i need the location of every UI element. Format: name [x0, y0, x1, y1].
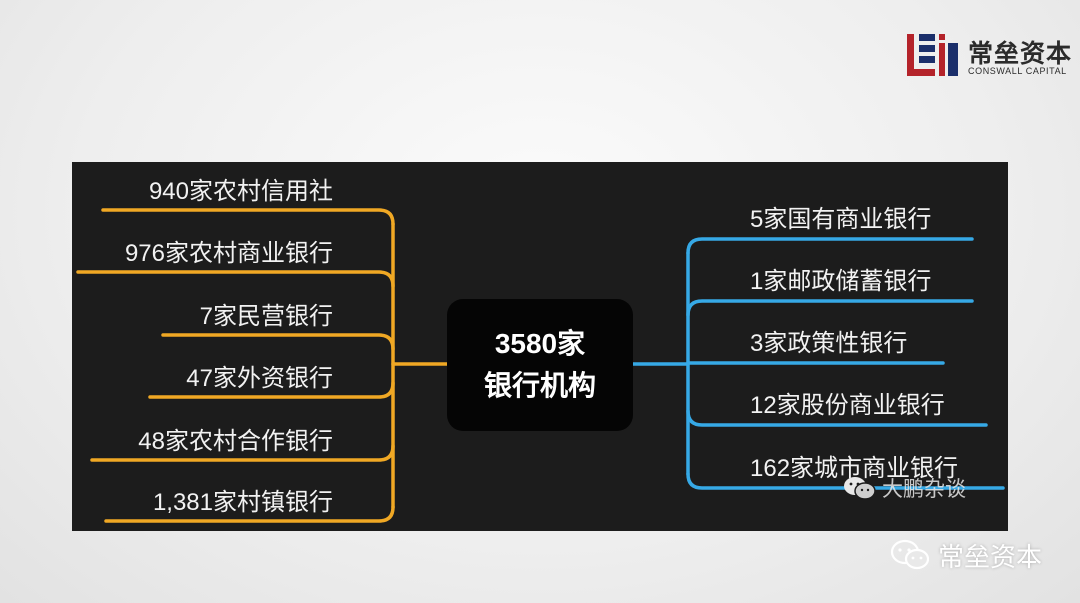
watermark-inner-text: 大鹏杂谈	[882, 478, 966, 501]
center-node-line2: 银行机构	[483, 370, 596, 401]
right-branch-line	[686, 299, 974, 317]
left-branch-line	[161, 333, 395, 351]
left-branch-label: 940家农村信用社	[148, 178, 333, 205]
right-branch-label: 3家政策性银行	[750, 330, 908, 357]
watermark-outer: 常垒资本	[890, 537, 1042, 573]
right-branch-label: 5家国有商业银行	[750, 206, 932, 233]
center-node: 3580家 银行机构	[447, 299, 633, 431]
wechat-icon	[844, 477, 876, 500]
left-branch-label: 1,381家村镇银行	[152, 489, 333, 516]
left-branch-label: 976家农村商业银行	[124, 240, 333, 267]
left-branch-label: 47家外资银行	[186, 365, 333, 392]
right-branch-line	[686, 237, 974, 255]
left-branch-line	[76, 270, 395, 288]
center-node-line1: 3580家	[494, 328, 586, 359]
left-branch-line	[101, 208, 395, 226]
right-branch-label: 1家邮政储蓄银行	[750, 268, 932, 295]
left-branch-label: 48家农村合作银行	[138, 428, 333, 455]
wechat-icon	[890, 539, 930, 570]
watermark-outer-text: 常垒资本	[938, 541, 1043, 572]
left-branch-label: 7家民营银行	[199, 303, 333, 330]
watermark-inner: 大鹏杂谈	[842, 473, 966, 503]
right-branch-label: 12家股份商业银行	[750, 392, 945, 419]
